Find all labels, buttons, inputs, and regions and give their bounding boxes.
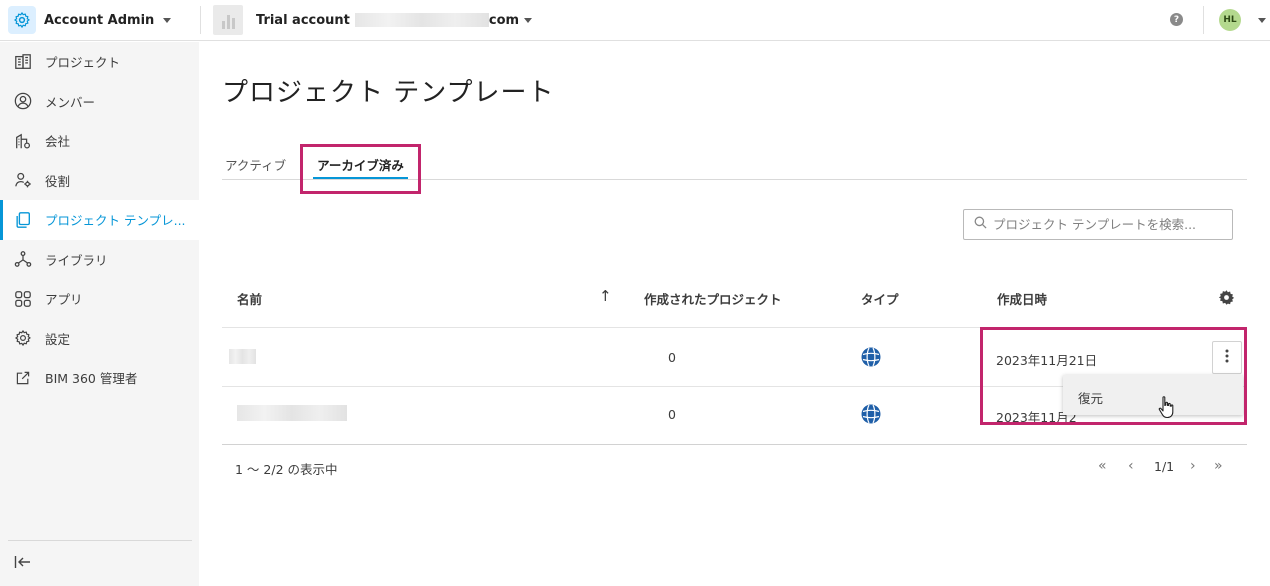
- settings-icon: [13, 328, 33, 348]
- company-icon: [13, 131, 33, 151]
- row-context-menu: 復元: [1063, 375, 1243, 415]
- redacted-template-name: [229, 349, 256, 364]
- tab-bar: アクティブ アーカイブ済み: [222, 149, 1247, 180]
- app-title: Account Admin: [44, 12, 155, 28]
- chevron-down-icon: [163, 17, 172, 23]
- sidebar-item-members[interactable]: メンバー: [0, 82, 199, 122]
- avatar[interactable]: HL: [1219, 9, 1241, 31]
- created-date: 2023年11月21日: [996, 353, 1098, 368]
- search-icon: [974, 216, 987, 233]
- sidebar-item-label: 設定: [45, 331, 71, 347]
- column-header-type[interactable]: タイプ: [861, 289, 899, 308]
- divider: [222, 444, 1247, 445]
- template-icon: [13, 210, 33, 230]
- help-icon[interactable]: ?: [1170, 13, 1183, 26]
- sidebar: プロジェクト メンバー 会社 役割 プロジェクト テンプレ... ライブラリ ア…: [0, 42, 199, 586]
- sidebar-item-label: 会社: [45, 134, 71, 150]
- sidebar-item-apps[interactable]: アプリ: [0, 279, 199, 319]
- column-header-created-date[interactable]: 作成日時: [997, 289, 1047, 308]
- projects-count: 0: [668, 407, 676, 422]
- globe-icon: [861, 347, 881, 367]
- sidebar-item-label: プロジェクト テンプレ...: [45, 213, 186, 229]
- member-icon: [13, 91, 33, 111]
- hand-pointer-icon: [1158, 395, 1176, 423]
- first-page-icon[interactable]: «: [1098, 458, 1107, 474]
- app-switcher[interactable]: Account Admin: [0, 0, 200, 41]
- apps-icon: [13, 289, 33, 309]
- gear-icon: [8, 6, 36, 34]
- previous-page-icon[interactable]: ‹: [1128, 458, 1134, 474]
- sidebar-item-label: BIM 360 管理者: [45, 371, 138, 387]
- account-domain-suffix: com: [488, 12, 520, 28]
- sidebar-item-bim360-admin[interactable]: BIM 360 管理者: [0, 358, 199, 398]
- collapse-sidebar-icon[interactable]: [13, 552, 33, 572]
- restore-menu-item[interactable]: 復元: [1063, 375, 1243, 415]
- chevron-down-icon: [524, 17, 533, 23]
- chevron-down-icon[interactable]: [1258, 18, 1266, 23]
- column-header-name[interactable]: 名前: [237, 289, 262, 308]
- divider: [8, 540, 192, 541]
- sidebar-item-label: プロジェクト: [45, 55, 121, 71]
- sidebar-item-label: アプリ: [45, 292, 83, 308]
- last-page-icon[interactable]: »: [1214, 458, 1223, 474]
- page-title: プロジェクト テンプレート: [222, 78, 555, 108]
- sidebar-item-label: 役割: [45, 173, 71, 189]
- external-link-icon: [13, 368, 33, 388]
- library-icon: [13, 249, 33, 269]
- sort-arrow-up-icon[interactable]: ↑: [599, 287, 612, 305]
- search-input[interactable]: [993, 217, 1223, 232]
- projects-count: 0: [668, 350, 676, 365]
- sidebar-item-settings[interactable]: 設定: [0, 319, 199, 359]
- account-switcher[interactable]: Trial account com: [213, 5, 533, 35]
- sidebar-item-projects[interactable]: プロジェクト: [0, 42, 199, 82]
- sidebar-item-project-templates[interactable]: プロジェクト テンプレ...: [0, 200, 199, 240]
- redacted-account-domain: [354, 13, 489, 27]
- top-header: Account Admin Trial account com: [0, 0, 1270, 41]
- redacted-template-name: [237, 405, 347, 421]
- role-icon: [13, 170, 33, 190]
- account-name: Trial account: [256, 12, 350, 28]
- divider: [200, 6, 201, 34]
- divider: [1203, 6, 1204, 34]
- gear-icon[interactable]: [1218, 289, 1235, 310]
- page-indicator: 1/1: [1154, 459, 1175, 474]
- tab-archived[interactable]: アーカイブ済み: [313, 149, 408, 179]
- project-icon: [13, 52, 33, 72]
- sidebar-item-label: ライブラリ: [45, 252, 108, 268]
- next-page-icon[interactable]: ›: [1190, 458, 1196, 474]
- row-actions-button[interactable]: [1212, 341, 1242, 374]
- sidebar-item-label: メンバー: [45, 94, 96, 110]
- sidebar-item-roles[interactable]: 役割: [0, 161, 199, 201]
- sidebar-item-library[interactable]: ライブラリ: [0, 240, 199, 280]
- pagination-range: 1 〜 2/2 の表示中: [235, 462, 338, 477]
- column-header-projects-created[interactable]: 作成されたプロジェクト: [644, 289, 782, 308]
- account-logo: [213, 5, 243, 35]
- sidebar-item-companies[interactable]: 会社: [0, 121, 199, 161]
- divider: [222, 327, 1247, 328]
- globe-icon: [861, 404, 881, 424]
- more-vertical-icon: [1225, 349, 1229, 367]
- tab-active[interactable]: アクティブ: [225, 149, 286, 179]
- search-box[interactable]: [963, 209, 1233, 240]
